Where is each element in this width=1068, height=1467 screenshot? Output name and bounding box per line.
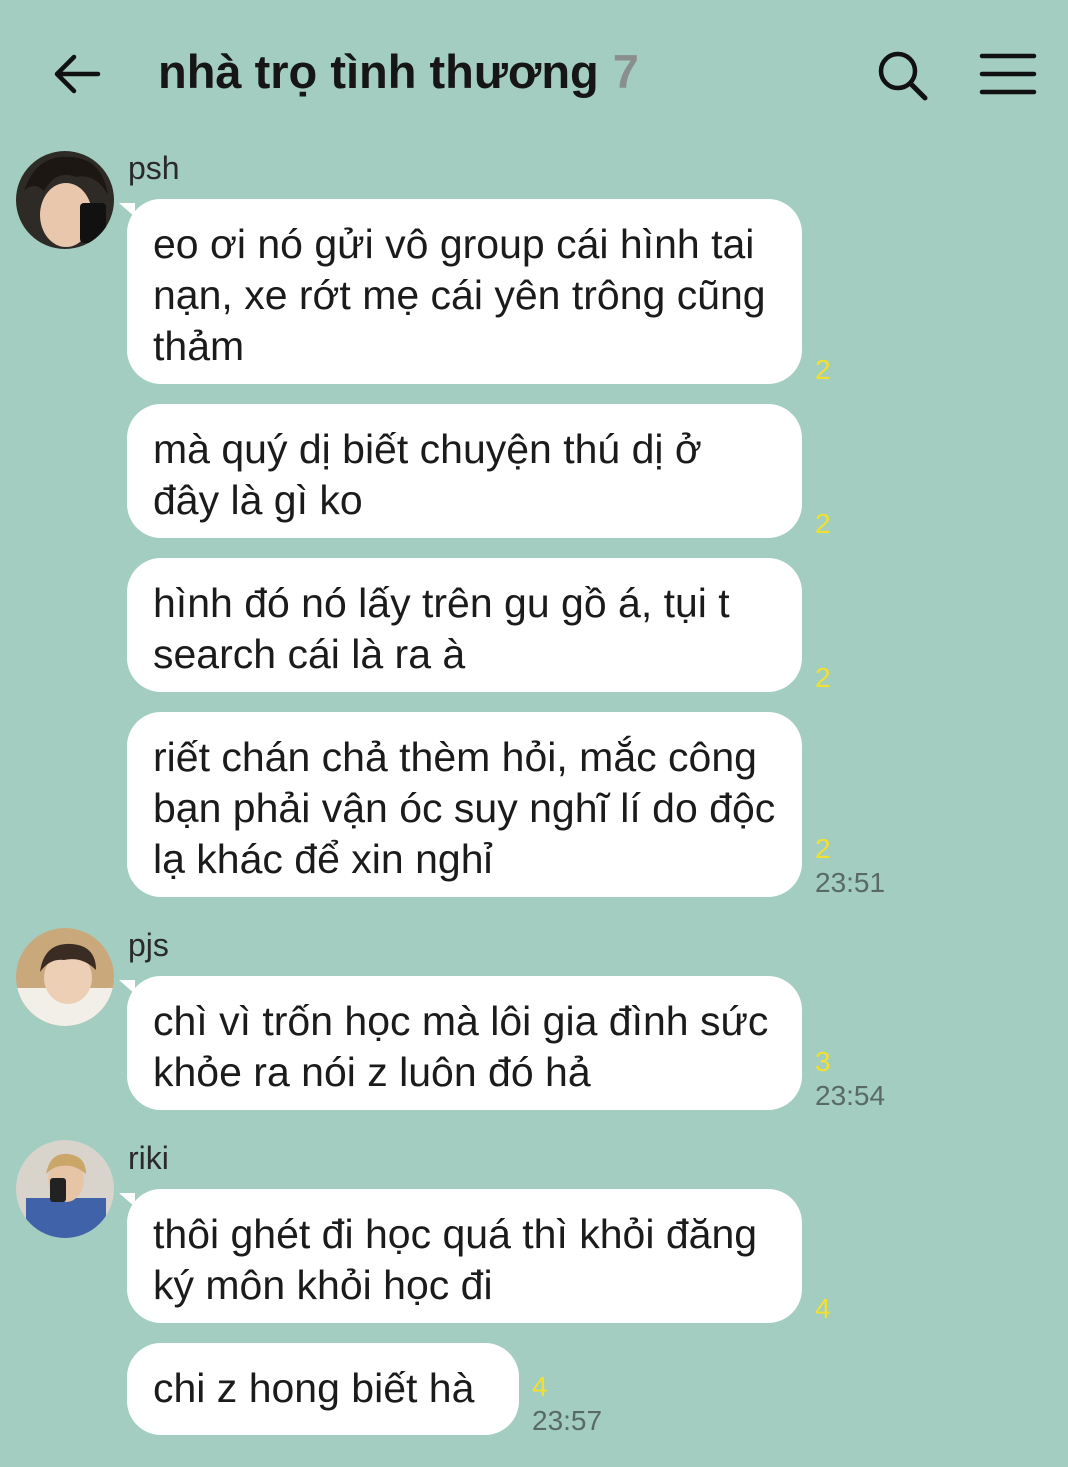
unread-count: 3 <box>815 1046 831 1077</box>
message-text: mà quý dị biết chuyện thú dị ở đây là gì… <box>153 426 702 523</box>
chat-header: nhà trọ tình thương 7 <box>0 0 1068 140</box>
unread-count: 2 <box>815 833 831 864</box>
search-icon <box>878 51 928 101</box>
sender-name: pjs <box>128 927 169 963</box>
message-text: thôi ghét đi học quá thì khỏi đăng ký mô… <box>153 1211 758 1308</box>
message-bubble[interactable]: hình đó nó lấy trên gu gồ á, tụi t searc… <box>127 558 802 692</box>
hamburger-menu-icon <box>979 53 1037 95</box>
unread-count: 2 <box>815 354 831 385</box>
avatar-riki[interactable] <box>16 1140 114 1238</box>
message-bubble[interactable]: thôi ghét đi học quá thì khỏi đăng ký mô… <box>119 1189 802 1323</box>
message-text: riết chán chả thèm hỏi, mắc công bạn phả… <box>153 734 776 882</box>
message-bubble[interactable]: riết chán chả thèm hỏi, mắc công bạn phả… <box>127 712 802 897</box>
message-bubble[interactable]: chi z hong biết hà <box>127 1343 519 1435</box>
message-timestamp: 23:54 <box>815 1080 886 1111</box>
message-timestamp: 23:51 <box>815 867 886 898</box>
chat-title-area[interactable]: nhà trọ tình thương 7 <box>158 44 639 99</box>
message-text: eo ơi nó gửi vô group cái hình tai nạn, … <box>153 221 766 369</box>
menu-button[interactable] <box>978 50 1038 100</box>
message-timestamp: 23:57 <box>532 1405 603 1436</box>
sender-name: riki <box>128 1140 169 1176</box>
unread-count: 4 <box>815 1293 831 1324</box>
unread-count: 2 <box>815 662 831 693</box>
message-text: chì vì trốn học mà lôi gia đình sức khỏe… <box>153 998 769 1095</box>
message-bubble[interactable]: chì vì trốn học mà lôi gia đình sức khỏe… <box>119 976 802 1110</box>
back-button[interactable] <box>50 48 104 102</box>
message-bubble[interactable]: mà quý dị biết chuyện thú dị ở đây là gì… <box>127 404 802 538</box>
message-bubble[interactable]: eo ơi nó gửi vô group cái hình tai nạn, … <box>119 199 802 384</box>
unread-count: 2 <box>815 508 831 539</box>
member-count: 7 <box>612 45 639 98</box>
message-text: chi z hong biết hà <box>153 1365 475 1411</box>
avatar-psh[interactable] <box>16 151 114 249</box>
message-text: hình đó nó lấy trên gu gồ á, tụi t searc… <box>153 580 730 677</box>
unread-count: 4 <box>532 1371 548 1402</box>
arrow-left-icon <box>54 54 101 94</box>
search-button[interactable] <box>876 49 930 103</box>
sender-name: psh <box>128 150 180 186</box>
avatar-pjs[interactable] <box>16 928 114 1026</box>
chat-title: nhà trọ tình thương <box>158 45 599 98</box>
